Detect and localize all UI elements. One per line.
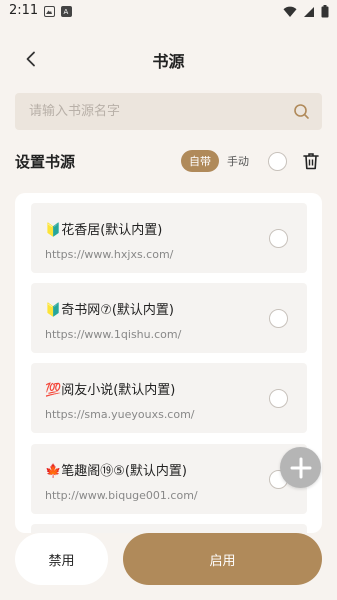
source-name: 奇书网⑦(默认内置) — [61, 303, 174, 318]
source-radio[interactable] — [269, 389, 288, 408]
status-time: 2:11 — [9, 3, 39, 18]
source-mode-toggle: 自带 手动 — [181, 150, 257, 172]
badge-icon: 🔰 — [45, 223, 62, 238]
badge-icon: 🔰 — [45, 303, 62, 318]
app-icon: A — [61, 6, 72, 17]
wifi-icon — [283, 6, 297, 17]
badge-icon: 🍁 — [45, 464, 62, 479]
list-item[interactable]: 🔰花香居(默认内置) https://www.hxjxs.com/ — [31, 203, 307, 273]
source-url: https://www.hxjxs.com/ — [45, 248, 174, 261]
list-item-partial[interactable] — [31, 524, 307, 533]
trash-icon[interactable] — [303, 152, 319, 170]
battery-icon — [321, 5, 329, 18]
source-url: https://www.1qishu.com/ — [45, 328, 182, 341]
status-bar: 2:11 A — [0, 0, 337, 24]
source-url: https://sma.yueyouxs.com/ — [45, 408, 195, 421]
svg-text:A: A — [64, 8, 69, 15]
signal-icon — [304, 6, 314, 17]
toggle-builtin[interactable]: 自带 — [181, 150, 219, 172]
source-radio[interactable] — [269, 309, 288, 328]
select-all-radio[interactable] — [268, 152, 287, 171]
list-item[interactable]: 🔰奇书网⑦(默认内置) https://www.1qishu.com/ — [31, 283, 307, 353]
search-input[interactable] — [29, 93, 289, 130]
search-icon[interactable] — [293, 103, 310, 120]
list-item[interactable]: 💯阅友小说(默认内置) https://sma.yueyouxs.com/ — [31, 363, 307, 433]
disable-button[interactable]: 禁用 — [15, 533, 108, 585]
header: 书源 — [0, 36, 337, 80]
source-name: 花香居(默认内置) — [61, 223, 163, 238]
list-item[interactable]: 🍁笔趣阁⑲⑤(默认内置) http://www.biquge001.com/ — [31, 444, 307, 514]
plus-icon — [290, 457, 311, 478]
source-list: 🔰花香居(默认内置) https://www.hxjxs.com/ 🔰奇书网⑦(… — [15, 193, 322, 533]
badge-icon: 💯 — [45, 383, 62, 398]
section-title: 设置书源 — [15, 153, 76, 171]
page-title: 书源 — [152, 52, 185, 71]
source-name: 阅友小说(默认内置) — [61, 383, 176, 398]
enable-button[interactable]: 启用 — [123, 533, 322, 585]
source-url: http://www.biquge001.com/ — [45, 489, 198, 502]
search-bar[interactable] — [15, 93, 322, 130]
add-source-button[interactable] — [280, 447, 321, 488]
gallery-icon — [44, 6, 55, 17]
source-radio[interactable] — [269, 229, 288, 248]
source-name: 笔趣阁⑲⑤(默认内置) — [61, 464, 187, 479]
toggle-manual[interactable]: 手动 — [219, 150, 257, 172]
